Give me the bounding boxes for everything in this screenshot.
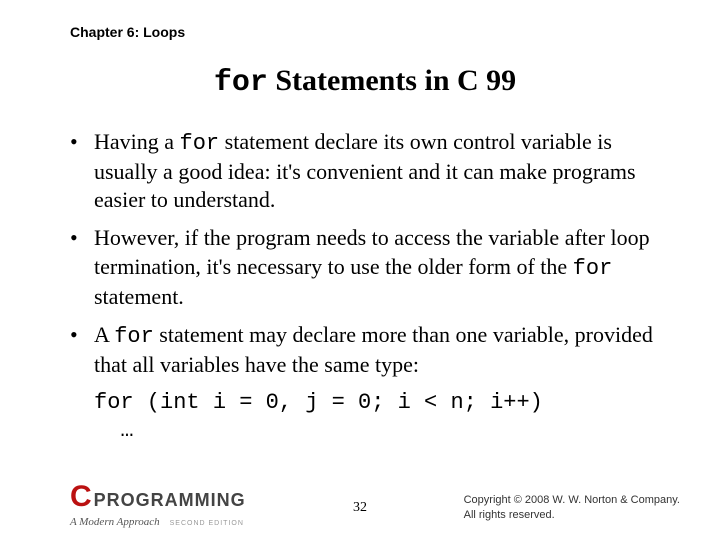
page-number: 32 [353,500,367,516]
bullet-item: However, if the program needs to access … [70,224,660,310]
bullet-text-pre: A [94,322,114,347]
bullet-code: for [573,256,613,281]
copyright: Copyright © 2008 W. W. Norton & Company.… [464,493,680,522]
bullet-text-post: statement may declare more than one vari… [94,322,653,377]
bullet-text-pre: Having a [94,129,180,154]
logo-line2: A Modern Approach SECOND EDITION [70,512,246,530]
bullet-text-pre: However, if the program needs to access … [94,225,650,278]
copyright-line2: All rights reserved. [464,508,680,522]
logo-programming: PROGRAMMING [94,491,246,509]
logo-edition: SECOND EDITION [170,520,244,527]
slide: Chapter 6: Loops for Statements in C 99 … [0,0,720,540]
bullet-list: Having a for statement declare its own c… [70,128,660,379]
bullet-item: Having a for statement declare its own c… [70,128,660,214]
code-block: for (int i = 0, j = 0; i < n; i++) … [94,389,660,444]
slide-title: for Statements in C 99 [70,64,660,100]
bullet-text-post: statement. [94,284,184,309]
title-code: for [214,66,268,100]
logo-c: C [70,482,92,512]
copyright-line1: Copyright © 2008 W. W. Norton & Company. [464,493,680,507]
bullet-code: for [114,324,154,349]
footer: C PROGRAMMING A Modern Approach SECOND E… [0,484,720,530]
title-rest: Statements in C 99 [268,64,516,97]
book-logo: C PROGRAMMING A Modern Approach SECOND E… [70,482,246,530]
logo-line1: C PROGRAMMING [70,482,246,512]
bullet-code: for [180,131,220,156]
logo-subtitle: A Modern Approach [70,516,160,528]
bullet-item: A for statement may declare more than on… [70,321,660,379]
chapter-header: Chapter 6: Loops [70,24,660,40]
